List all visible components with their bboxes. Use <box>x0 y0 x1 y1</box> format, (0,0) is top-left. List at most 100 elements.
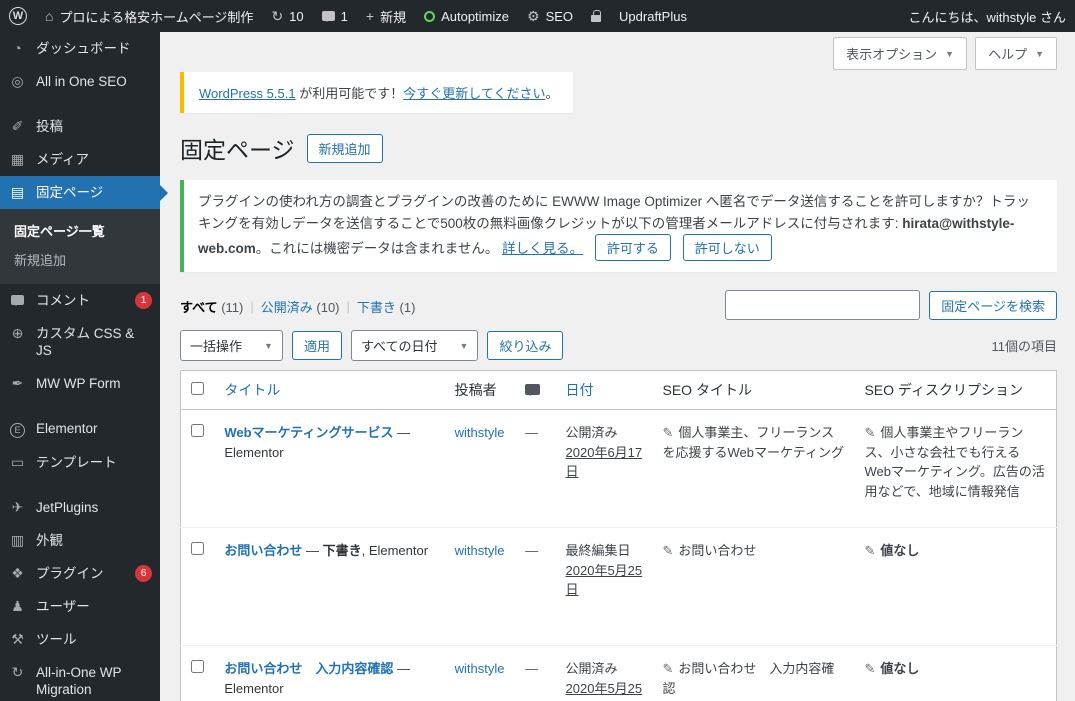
sidebar-item-all-in-one-seo[interactable]: ◎ All in One SEO <box>0 65 160 98</box>
filter-button[interactable]: 絞り込み <box>487 331 563 360</box>
author-link[interactable]: withstyle <box>455 543 505 558</box>
seo-description-value: 個人事業主やフリーランス、小さな会社でも行えるWebマーケティング。広告の活用な… <box>864 425 1044 499</box>
sidebar-item-templates[interactable]: ▭ テンプレート <box>0 446 160 479</box>
update-notice: WordPress 5.5.1 が利用可能です！今すぐ更新してください。 <box>180 72 573 113</box>
add-new-page-button[interactable]: 新規追加 <box>307 134 383 163</box>
search-pages-button[interactable]: 固定ページを検索 <box>929 291 1057 320</box>
new-content-menu[interactable]: + 新規 <box>357 0 415 32</box>
my-account-menu[interactable]: こんにちは、withstyle さん <box>900 0 1075 32</box>
column-header-date[interactable]: 日付 <box>556 371 653 410</box>
autoptimize-label: Autoptimize <box>441 9 509 24</box>
page-title-link[interactable]: Webマーケティングサービス <box>224 425 393 440</box>
row-checkbox[interactable] <box>191 424 204 437</box>
edit-seo-title-icon[interactable]: ✎ <box>662 543 673 558</box>
help-button[interactable]: ヘルプ ▼ <box>975 37 1057 70</box>
table-row: Webマーケティングサービス — Elementor withstyle — 公… <box>181 410 1057 528</box>
title-separator: — <box>393 661 410 676</box>
sidebar-item-dashboard[interactable]: ◔ ダッシュボード <box>0 32 160 65</box>
chevron-down-icon: ▼ <box>460 341 469 351</box>
menu-separator <box>0 400 160 412</box>
plugins-icon: ❖ <box>8 565 27 582</box>
edit-seo-description-icon[interactable]: ✎ <box>864 425 875 440</box>
sidebar-item-mw-wp-form[interactable]: ✒ MW WP Form <box>0 367 160 400</box>
page-title-row: 固定ページ 新規追加 <box>180 131 1057 165</box>
row-checkbox[interactable] <box>191 542 204 555</box>
apply-button[interactable]: 適用 <box>292 331 342 360</box>
filter-published[interactable]: 公開済み (10) <box>261 297 340 316</box>
allow-button[interactable]: 許可する <box>595 234 671 261</box>
sidebar-item-posts[interactable]: ✐ 投稿 <box>0 110 160 143</box>
sidebar-item-comments[interactable]: コメント 1 <box>0 284 160 317</box>
update-notice-end: 。 <box>545 86 558 101</box>
sidebar-item-pages[interactable]: ▤ 固定ページ <box>0 176 160 209</box>
column-header-comments[interactable] <box>515 371 555 410</box>
deny-button[interactable]: 許可しない <box>683 234 772 261</box>
sidebar-item-tools[interactable]: ⚒ ツール <box>0 623 160 656</box>
bulk-actions-select[interactable]: 一括操作 ▼ <box>180 330 283 361</box>
items-count: 11個の項目 <box>992 336 1058 355</box>
comment-count: — <box>525 661 538 676</box>
sidebar-item-label: メディア <box>36 151 152 168</box>
search-input[interactable] <box>725 290 920 320</box>
submenu-item-all-pages[interactable]: 固定ページ一覧 <box>0 216 160 245</box>
wordpress-logo-icon: W <box>9 7 27 25</box>
sidebar-item-label: プラグイン <box>36 565 121 582</box>
seo-label: SEO <box>546 9 573 24</box>
ewww-notice-text-after: 。これには機密データは含まれません。 <box>256 241 499 256</box>
sidebar-item-jetplugins[interactable]: ✈ JetPlugins <box>0 491 160 524</box>
table-toolbar: 一括操作 ▼ 適用 すべての日付 ▼ 絞り込み 11個の項目 <box>180 330 1057 361</box>
author-link[interactable]: withstyle <box>455 661 505 676</box>
sidebar-item-migration[interactable]: ↻ All-in-One WP Migration <box>0 656 160 701</box>
screen-options-button[interactable]: 表示オプション ▼ <box>833 37 967 70</box>
sidebar-item-elementor[interactable]: E Elementor <box>0 412 160 446</box>
site-menu[interactable]: ⌂ プロによる格安ホームページ制作 <box>36 0 262 32</box>
comments-count: 1 <box>341 9 348 24</box>
sidebar-item-media[interactable]: ▦ メディア <box>0 143 160 176</box>
page-title-link[interactable]: お問い合わせ <box>224 543 302 558</box>
sidebar-item-label: All in One SEO <box>36 73 152 90</box>
chevron-down-icon: ▼ <box>1035 49 1044 59</box>
security-menu[interactable] <box>582 0 610 32</box>
wp-logo-menu[interactable]: W <box>0 0 36 32</box>
filter-all[interactable]: すべて (11) <box>180 297 243 316</box>
column-header-title[interactable]: タイトル <box>214 371 444 410</box>
seo-description-value: 値なし <box>880 543 919 558</box>
author-link[interactable]: withstyle <box>455 425 505 440</box>
autoptimize-menu[interactable]: Autoptimize <box>415 0 518 32</box>
edit-seo-title-icon[interactable]: ✎ <box>662 661 673 676</box>
select-all-checkbox[interactable] <box>191 382 204 395</box>
comments-menu[interactable]: 1 <box>313 0 357 32</box>
dashboard-icon: ◔ <box>8 40 27 57</box>
edit-seo-description-icon[interactable]: ✎ <box>864 661 875 676</box>
edit-seo-title-icon[interactable]: ✎ <box>662 425 673 440</box>
submenu-item-add-new[interactable]: 新規追加 <box>0 245 160 274</box>
row-checkbox[interactable] <box>191 660 204 673</box>
edit-seo-description-icon[interactable]: ✎ <box>864 543 875 558</box>
posts-icon: ✐ <box>8 118 27 135</box>
date-status: 最終編集日 <box>566 541 643 561</box>
sidebar-item-label: JetPlugins <box>36 499 152 516</box>
date-value: 2020年5月25日 <box>566 679 643 701</box>
menu-separator <box>0 98 160 110</box>
comment-count: — <box>525 543 538 558</box>
screen-options-label: 表示オプション <box>846 44 937 63</box>
learn-more-link[interactable]: 詳しく見る。 <box>502 241 583 256</box>
update-now-link[interactable]: 今すぐ更新してください <box>403 86 545 101</box>
sidebar-item-custom-css-js[interactable]: ⊕ カスタム CSS & JS <box>0 317 160 367</box>
sidebar-item-plugins[interactable]: ❖ プラグイン 6 <box>0 557 160 590</box>
sidebar-item-users[interactable]: ♟ ユーザー <box>0 590 160 623</box>
ewww-optin-notice: プラグインの使われ方の調査とプラグインの改善のために EWWW Image Op… <box>180 180 1057 272</box>
filter-draft[interactable]: 下書き (1) <box>357 297 416 316</box>
date-status: 公開済み <box>566 659 643 679</box>
sidebar-item-appearance[interactable]: ▥ 外観 <box>0 524 160 557</box>
date-filter-select[interactable]: すべての日付 ▼ <box>351 330 479 361</box>
plugins-badge: 6 <box>135 565 152 582</box>
wordpress-version-link[interactable]: WordPress 5.5.1 <box>199 86 296 101</box>
updraftplus-menu[interactable]: UpdraftPlus <box>610 0 696 32</box>
title-suffix: , Elementor <box>362 543 428 558</box>
migration-icon: ↻ <box>8 664 27 681</box>
appearance-icon: ▥ <box>8 532 27 549</box>
updates-menu[interactable]: ↻ 10 <box>262 0 312 32</box>
seo-menu[interactable]: ⚙ SEO <box>518 0 582 32</box>
page-title-link[interactable]: お問い合わせ 入力内容確認 <box>224 661 393 676</box>
